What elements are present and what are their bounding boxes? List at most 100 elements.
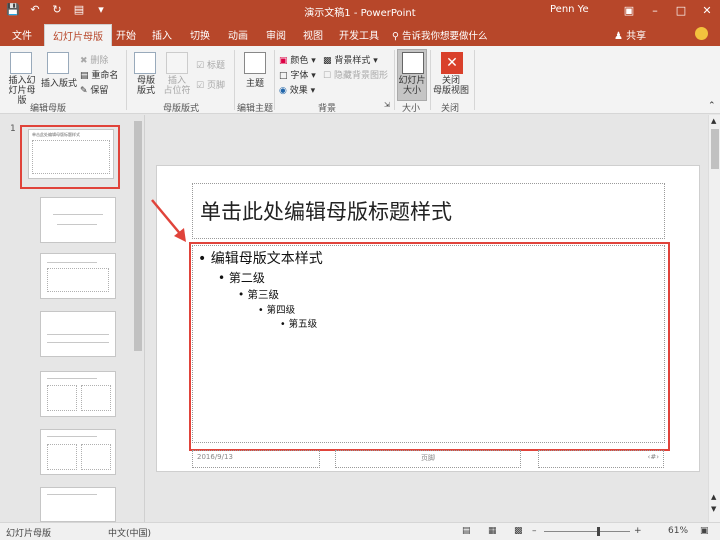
title-bar: 💾 ↶ ↻ ▤ ▾ 演示文稿1 - PowerPoint Penn Ye ▣ –… bbox=[0, 0, 720, 22]
hide-background-graphics-checkbox[interactable]: ☐ 隐藏背景图形 bbox=[323, 68, 388, 81]
zoom-slider-handle[interactable] bbox=[597, 527, 600, 536]
slideshow-icon[interactable]: ▩ bbox=[514, 526, 523, 536]
scroll-next-slide-icon[interactable]: ▼ bbox=[711, 505, 716, 513]
slide-sorter-icon[interactable]: ▦ bbox=[488, 526, 497, 536]
master-layout-icon bbox=[134, 52, 156, 74]
master-layout-button[interactable]: 母版 版式 bbox=[133, 76, 159, 96]
delete-button[interactable]: ✖ 删除 bbox=[80, 53, 108, 66]
fonts-button[interactable]: □ 字体 ▾ bbox=[279, 68, 316, 81]
tell-me-box[interactable]: ⚲ 告诉我你想要做什么 bbox=[392, 28, 488, 42]
zoom-out-icon[interactable]: – bbox=[532, 526, 537, 536]
thumbnail-layout[interactable] bbox=[40, 429, 116, 475]
group-separator bbox=[474, 50, 475, 110]
thumbnail-layout[interactable] bbox=[40, 487, 116, 522]
close-master-view-icon: ✕ bbox=[441, 52, 463, 74]
themes-icon bbox=[244, 52, 266, 74]
document-title: 演示文稿1 - PowerPoint bbox=[304, 8, 416, 19]
insert-layout-button[interactable]: 插入版式 bbox=[41, 76, 77, 89]
tab-transitions[interactable]: 切换 bbox=[190, 27, 210, 42]
preserve-button[interactable]: ✎ 保留 bbox=[80, 83, 108, 96]
slide-number-placeholder[interactable]: ‹#› bbox=[538, 450, 664, 468]
group-separator bbox=[274, 50, 275, 110]
pin-icon: ✎ bbox=[80, 86, 91, 96]
footer-placeholder[interactable]: 页脚 bbox=[335, 450, 521, 468]
group-label-close: 关闭 bbox=[441, 104, 460, 114]
rename-button[interactable]: ▤ 重命名 bbox=[80, 68, 118, 81]
footers-checkbox[interactable]: ☑ 页脚 bbox=[196, 78, 225, 91]
tab-view[interactable]: 视图 bbox=[303, 27, 323, 42]
thumbnail-layout[interactable] bbox=[40, 311, 116, 357]
effects-button[interactable]: ◉ 效果 ▾ bbox=[279, 83, 315, 96]
tab-animations[interactable]: 动画 bbox=[228, 27, 248, 42]
thumbnail-scrollbar[interactable] bbox=[133, 115, 143, 522]
scroll-up-icon[interactable]: ▲ bbox=[711, 117, 716, 125]
background-styles-button[interactable]: ▩ 背景样式 ▾ bbox=[323, 53, 378, 66]
collapse-ribbon-icon[interactable]: ⌃ bbox=[708, 101, 716, 111]
view-mode-label: 幻灯片母版 bbox=[6, 529, 52, 539]
scrollbar-thumb[interactable] bbox=[711, 129, 719, 169]
person-icon: ♟ bbox=[614, 31, 627, 42]
ribbon: 插入幻 灯片母版 插入版式 ✖ 删除 ▤ 重命名 ✎ 保留 编辑母版 母版 版式… bbox=[0, 46, 720, 114]
background-styles-icon: ▩ bbox=[323, 56, 335, 66]
insert-placeholder-icon bbox=[166, 52, 188, 74]
fit-to-window-icon[interactable]: ▣ bbox=[700, 526, 709, 536]
themes-button[interactable]: 主题 bbox=[246, 76, 264, 89]
palette-icon: ▣ bbox=[279, 56, 291, 66]
title-placeholder-text[interactable]: 单击此处编辑母版标题样式 bbox=[200, 196, 452, 226]
status-bar: 幻灯片母版 中文(中国) ▤ ▦ ▩ – + 61% ▣ bbox=[0, 522, 720, 540]
thumbnail-layout[interactable] bbox=[40, 197, 116, 243]
format-background-launcher-icon[interactable]: ⇲ bbox=[384, 101, 390, 109]
slide-size-button[interactable]: 幻灯片 大小 bbox=[397, 76, 427, 96]
rename-icon: ▤ bbox=[80, 71, 92, 81]
date-placeholder[interactable]: 2016/9/13 bbox=[192, 450, 320, 468]
tab-slide-master[interactable]: 幻灯片母版 bbox=[44, 24, 112, 46]
minimize-icon[interactable]: – bbox=[642, 0, 668, 22]
font-icon: □ bbox=[279, 71, 291, 81]
share-button[interactable]: ♟ 共享 bbox=[614, 27, 646, 42]
effects-icon: ◉ bbox=[279, 86, 290, 96]
slide-number: 1 bbox=[10, 124, 16, 134]
zoom-in-icon[interactable]: + bbox=[634, 526, 642, 536]
tab-insert[interactable]: 插入 bbox=[152, 27, 172, 42]
user-name[interactable]: Penn Ye bbox=[550, 4, 589, 15]
thumbnail-layout[interactable] bbox=[40, 371, 116, 417]
normal-view-icon[interactable]: ▤ bbox=[462, 526, 471, 536]
group-separator bbox=[394, 50, 395, 110]
close-master-view-button[interactable]: 关闭 母版视图 bbox=[432, 76, 470, 96]
feedback-smiley-icon[interactable] bbox=[695, 27, 708, 40]
group-separator bbox=[126, 50, 127, 110]
colors-button[interactable]: ▣ 颜色 ▾ bbox=[279, 53, 316, 66]
slide-vertical-scrollbar[interactable]: ▲ ▲ ▼ bbox=[708, 115, 720, 522]
slide-size-icon bbox=[402, 52, 424, 74]
group-label-size: 大小 bbox=[402, 104, 421, 114]
close-icon[interactable]: ✕ bbox=[694, 0, 720, 22]
group-label-master-layout: 母版版式 bbox=[163, 104, 200, 114]
scroll-prev-slide-icon[interactable]: ▲ bbox=[711, 493, 716, 501]
insert-slide-master-icon bbox=[10, 52, 32, 74]
zoom-slider-track[interactable] bbox=[544, 531, 630, 532]
delete-icon: ✖ bbox=[80, 56, 91, 66]
language-indicator[interactable]: 中文(中国) bbox=[108, 526, 151, 539]
thumbnail-layout[interactable] bbox=[40, 253, 116, 299]
group-separator bbox=[430, 50, 431, 110]
group-label-background: 背景 bbox=[318, 104, 337, 114]
insert-layout-icon bbox=[47, 52, 69, 74]
tab-file[interactable]: 文件 bbox=[12, 27, 32, 42]
zoom-level[interactable]: 61% bbox=[668, 526, 688, 536]
insert-placeholder-button[interactable]: 插入 占位符 bbox=[162, 76, 192, 96]
ribbon-tabs: 文件 幻灯片母版 开始 插入 切换 动画 审阅 视图 开发工具 ⚲ 告诉我你想要… bbox=[0, 22, 720, 46]
group-label-edit-theme: 编辑主题 bbox=[237, 104, 274, 114]
ribbon-display-options-icon[interactable]: ▣ bbox=[616, 0, 642, 22]
group-label-edit-master: 编辑母版 bbox=[30, 104, 67, 114]
highlight-box-body-placeholder bbox=[189, 242, 670, 451]
tab-review[interactable]: 审阅 bbox=[266, 27, 286, 42]
group-separator bbox=[234, 50, 235, 110]
annotation-arrow-icon bbox=[151, 199, 186, 242]
maximize-icon[interactable]: □ bbox=[668, 0, 694, 22]
window-controls: ▣ – □ ✕ bbox=[616, 0, 720, 22]
scrollbar-thumb[interactable] bbox=[134, 121, 142, 351]
title-checkbox[interactable]: ☑ 标题 bbox=[196, 58, 225, 71]
lightbulb-icon: ⚲ bbox=[392, 31, 402, 42]
tab-home[interactable]: 开始 bbox=[116, 27, 136, 42]
tab-developer[interactable]: 开发工具 bbox=[339, 27, 379, 42]
